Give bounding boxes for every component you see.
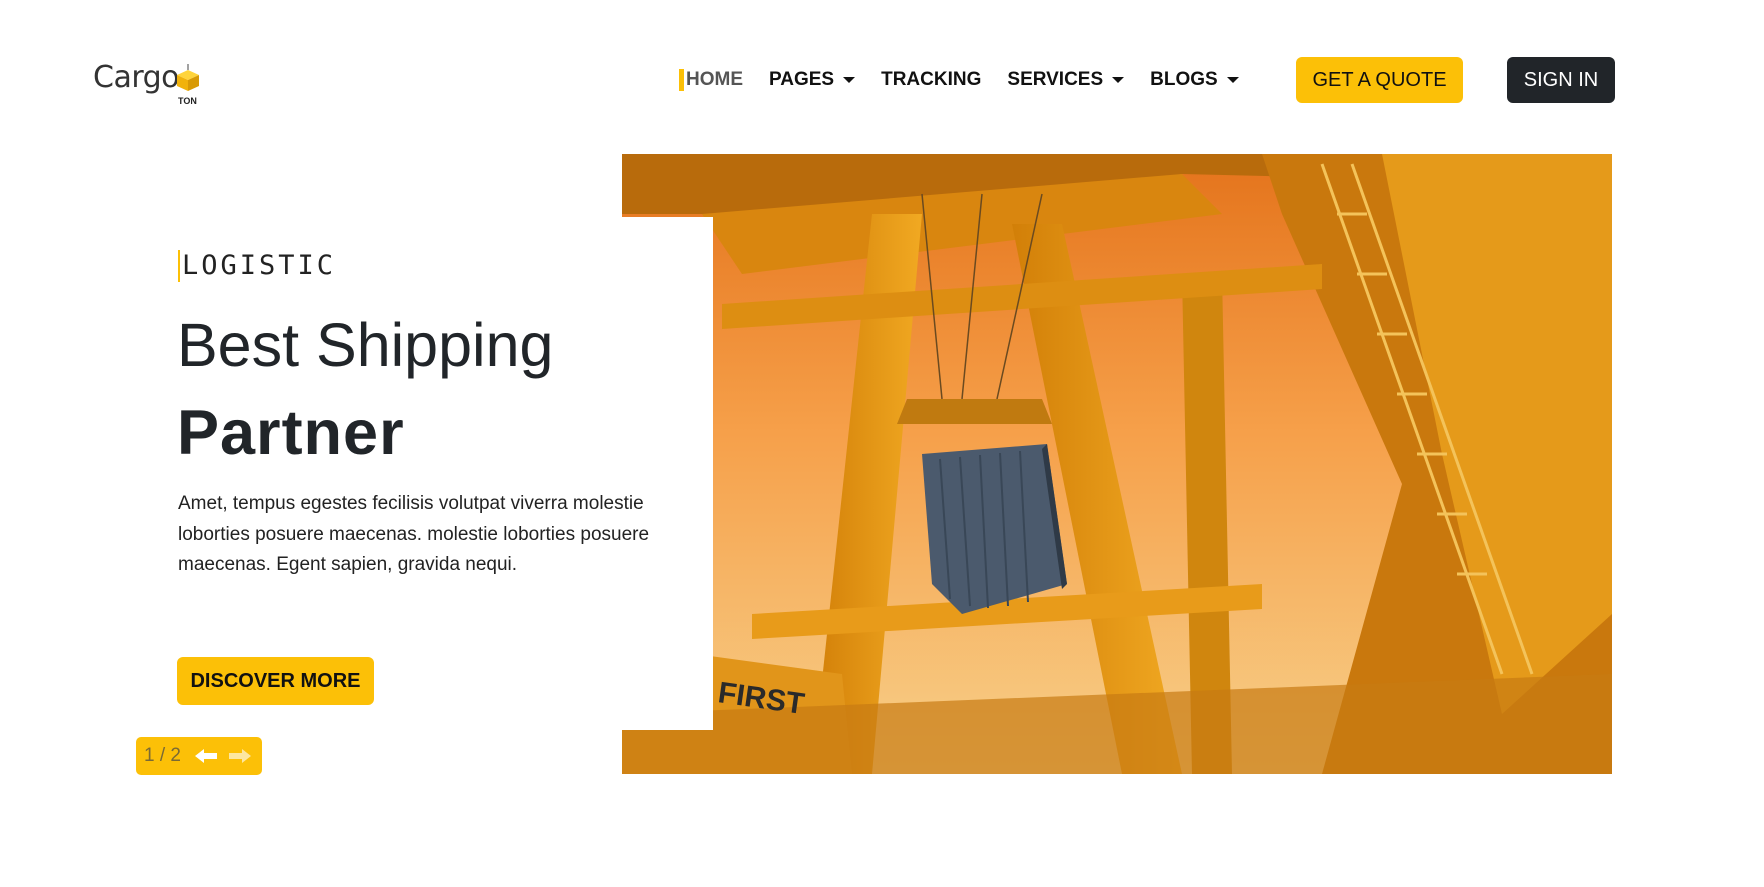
nav-pages[interactable]: PAGES	[769, 69, 856, 91]
brand-name: Cargo	[93, 60, 180, 95]
discover-more-button[interactable]: DISCOVER MORE	[177, 657, 374, 705]
nav-tracking-label: TRACKING	[881, 69, 982, 90]
nav-blogs[interactable]: BLOGS	[1150, 69, 1239, 91]
slider-controls: 1 / 2	[136, 737, 262, 775]
hero-eyebrow: LOGISTIC	[178, 250, 336, 282]
hero-headline-light: Best Shipping	[177, 311, 554, 379]
nav-services-label: SERVICES	[1007, 69, 1104, 90]
nav-blogs-label: BLOGS	[1150, 69, 1218, 90]
nav-tracking[interactable]: TRACKING	[881, 69, 981, 91]
hero-headline-bold: Partner	[177, 398, 405, 468]
nav-home-label: HOME	[686, 69, 743, 90]
brand-logo[interactable]: Cargo TON	[93, 50, 203, 110]
chevron-down-icon	[843, 77, 856, 83]
nav-home[interactable]: HOME	[679, 69, 743, 91]
brand-sub: TON	[178, 96, 197, 106]
hero-image: FIRST	[622, 154, 1612, 774]
chevron-down-icon	[1112, 77, 1125, 83]
text-panel-backdrop	[622, 217, 713, 730]
chevron-down-icon	[1226, 77, 1239, 83]
main-nav: HOME PAGES TRACKING SERVICES BLOGS	[679, 57, 1265, 103]
get-a-quote-button[interactable]: GET A QUOTE	[1296, 57, 1463, 103]
sign-in-button[interactable]: SIGN IN	[1507, 57, 1615, 103]
arrow-right-icon[interactable]	[227, 748, 251, 764]
arrow-left-icon[interactable]	[194, 748, 219, 764]
hero-description: Amet, tempus egestes fecilisis volutpat …	[178, 493, 650, 575]
cube-icon	[177, 64, 199, 91]
slide-counter: 1 / 2	[144, 745, 181, 766]
nav-pages-label: PAGES	[769, 69, 835, 90]
nav-services[interactable]: SERVICES	[1007, 69, 1125, 91]
